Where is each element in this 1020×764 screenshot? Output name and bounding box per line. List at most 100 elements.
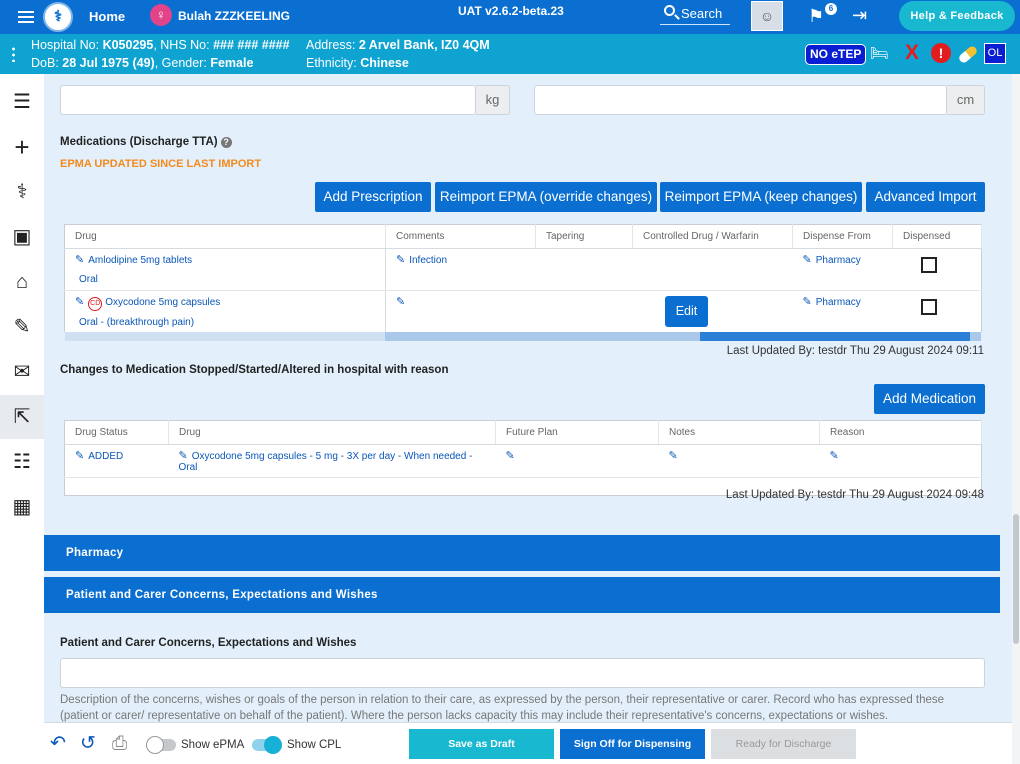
user-avatar[interactable]: ☺ — [751, 1, 783, 31]
drug-cell: ✎ CD Oxycodone 5mg capsules Oral - (breakt… — [64, 290, 386, 333]
changes-table: Drug Status Drug Future Plan Notes Reaso… — [64, 420, 982, 496]
concerns-section-header[interactable]: Patient and Carer Concerns, Expectations… — [44, 577, 1000, 613]
help-question-icon[interactable]: ? — [220, 137, 232, 148]
col-tapering[interactable]: Tapering — [535, 224, 633, 249]
patient-name[interactable]: Bulah ZZZKEELING — [178, 9, 290, 23]
building-icon[interactable]: ▦ — [0, 485, 44, 529]
col-dispensed[interactable]: Dispensed — [892, 224, 982, 249]
dispensed-cell — [892, 290, 982, 333]
search-button[interactable]: Search — [681, 6, 722, 21]
stethoscope-icon[interactable]: ⚕ — [0, 170, 44, 214]
status-cell: ✎ ADDED — [64, 444, 169, 478]
dispensed-checkbox[interactable] — [920, 257, 937, 273]
dispense-from: Pharmacy — [815, 297, 861, 308]
edit-controlled-button[interactable]: Edit — [665, 296, 708, 327]
edit-pencil-icon[interactable]: ✎ — [75, 450, 84, 462]
col-reason[interactable]: Reason — [819, 420, 982, 445]
comment-text: Infection — [409, 255, 448, 266]
list-icon[interactable]: ☰ — [0, 80, 44, 124]
scrollbar-thumb[interactable] — [700, 332, 970, 341]
add-medication-button[interactable]: Add Medication — [874, 384, 985, 414]
edit-pencil-icon[interactable]: ✎ — [803, 296, 812, 308]
edit-pencil-icon[interactable]: ✎ — [396, 296, 405, 308]
page-vertical-scrollbar[interactable] — [1012, 74, 1020, 764]
search-icon[interactable] — [664, 5, 675, 16]
drug-cell: ✎ Amlodipine 5mg tablets Oral — [64, 248, 386, 291]
medications-table: Drug Comments Tapering Controlled Drug /… — [64, 224, 982, 333]
table-horizontal-scrollbar[interactable] — [65, 332, 981, 341]
nhs-number: ### ### #### — [213, 38, 290, 52]
col-drug[interactable]: Drug — [168, 420, 496, 445]
changes-last-updated: Last Updated By: testdr Thu 29 August 20… — [725, 489, 984, 501]
save-draft-button[interactable]: Save as Draft — [409, 729, 554, 759]
camera-icon[interactable]: ▣ — [0, 215, 44, 259]
sign-off-button[interactable]: Sign Off for Dispensing — [560, 729, 705, 759]
app-logo[interactable]: ⚕ — [43, 2, 73, 32]
dispensed-checkbox[interactable] — [920, 299, 937, 315]
edit-pencil-icon[interactable]: ✎ — [803, 254, 812, 266]
pharmacy-section-header[interactable]: Pharmacy — [44, 535, 1000, 571]
reason-cell: ✎ — [819, 444, 982, 478]
concerns-input[interactable] — [60, 658, 985, 688]
pill-icon[interactable] — [957, 44, 979, 65]
ready-discharge-button[interactable]: Ready for Discharge — [711, 729, 856, 759]
concerns-label: Patient and Carer Concerns, Expectations… — [60, 637, 357, 649]
no-etep-badge[interactable]: NO eTEP — [805, 44, 867, 65]
drug-name[interactable]: Oxycodone 5mg capsules — [105, 297, 220, 308]
bed-icon[interactable]: 🛏 — [870, 45, 889, 63]
controlled-cell — [632, 290, 793, 333]
show-cpl-toggle[interactable] — [252, 736, 282, 754]
plus-icon[interactable]: + — [0, 125, 44, 169]
col-drug-status[interactable]: Drug Status — [64, 420, 169, 445]
table-row: ✎ ADDED ✎ Oxycodone 5mg capsules - 5 mg - … — [64, 444, 982, 478]
advanced-import-button[interactable]: Advanced Import — [866, 182, 985, 212]
add-prescription-button[interactable]: Add Prescription — [315, 182, 431, 212]
logout-icon[interactable]: ⇥ — [852, 6, 867, 24]
height-input[interactable] — [534, 85, 947, 115]
gender: Female — [210, 56, 254, 70]
edit-pencil-icon[interactable]: ✎ — [830, 450, 839, 462]
home-plus-icon[interactable]: ⌂ — [0, 260, 44, 304]
col-dispense-from[interactable]: Dispense From — [792, 224, 893, 249]
col-comments[interactable]: Comments — [385, 224, 536, 249]
help-feedback-button[interactable]: Help & Feedback — [899, 1, 1015, 31]
weight-input[interactable] — [60, 85, 476, 115]
show-epma-toggle[interactable] — [146, 736, 176, 754]
environment-version: UAT v2.6.2-beta.23 — [458, 4, 564, 18]
notifications-flag-icon[interactable]: ⚑ — [808, 7, 824, 25]
scrollbar-thumb[interactable] — [1013, 514, 1019, 644]
col-future-plan[interactable]: Future Plan — [495, 420, 659, 445]
reimport-override-button[interactable]: Reimport EPMA (override changes) — [435, 182, 657, 212]
col-drug[interactable]: Drug — [64, 224, 386, 249]
top-bar: ⚕ Home ♀ Bulah ZZZKEELING UAT v2.6.2-bet… — [0, 0, 1020, 34]
undo-icon[interactable]: ↶ — [50, 733, 66, 755]
banner-demographics: DoB: 28 Jul 1975 (49), Gender: Female — [31, 56, 254, 70]
allergy-x-icon[interactable]: X — [905, 42, 919, 64]
document-edit-icon[interactable]: ✎ — [0, 305, 44, 349]
history-icon[interactable]: ↺ — [80, 733, 96, 755]
edit-pencil-icon[interactable]: ✎ — [669, 450, 678, 462]
checklist-icon[interactable]: ☷ — [0, 440, 44, 484]
drug-name[interactable]: Amlodipine 5mg tablets — [88, 255, 192, 266]
discharge-icon[interactable]: ⇱ — [0, 395, 44, 439]
edit-pencil-icon[interactable]: ✎ — [75, 254, 84, 266]
reimport-keep-button[interactable]: Reimport EPMA (keep changes) — [660, 182, 862, 212]
notification-count-badge: 6 — [825, 3, 837, 15]
edit-pencil-icon[interactable]: ✎ — [75, 296, 84, 308]
edit-pencil-icon[interactable]: ✎ — [396, 254, 405, 266]
drug-description[interactable]: Oxycodone 5mg capsules - 5 mg - 3X per d… — [179, 451, 473, 473]
left-navigation: ☰ + ⚕ ▣ ⌂ ✎ ✉ ⇱ ☷ ▦ — [0, 74, 44, 764]
edit-pencil-icon[interactable]: ✎ — [506, 450, 515, 462]
alert-icon[interactable]: ! — [931, 43, 951, 63]
home-link[interactable]: Home — [89, 9, 125, 24]
col-notes[interactable]: Notes — [658, 420, 820, 445]
banner-more-icon[interactable] — [12, 46, 15, 62]
inbox-icon[interactable]: ✉ — [0, 350, 44, 394]
show-epma-label: Show ePMA — [181, 739, 245, 751]
print-icon[interactable]: ⎙ — [112, 733, 127, 755]
edit-pencil-icon[interactable]: ✎ — [179, 450, 188, 462]
col-controlled[interactable]: Controlled Drug / Warfarin — [632, 224, 793, 249]
menu-icon[interactable] — [18, 11, 34, 23]
ol-badge[interactable]: OL — [984, 43, 1006, 64]
medications-last-updated: Last Updated By: testdr Thu 29 August 20… — [726, 345, 984, 357]
